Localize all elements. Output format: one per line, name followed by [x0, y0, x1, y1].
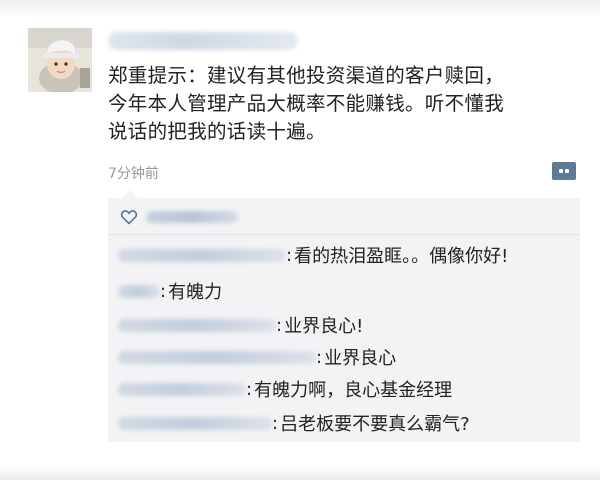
likes-row	[120, 206, 238, 228]
comment-text: 有魄力啊，良心基金经理	[254, 380, 453, 401]
comment-area: : 看的热泪盈眶。。偶像你好! : 有魄力 : 业界良心! : 业界良心 : 有…	[108, 190, 580, 442]
poster-avatar[interactable]	[28, 28, 92, 92]
heart-outline-icon	[120, 210, 138, 225]
previous-post-edge	[0, 0, 600, 18]
comment-text: 有魄力	[168, 282, 223, 303]
comment-separator: :	[160, 280, 167, 302]
comment-separator: :	[286, 244, 293, 266]
commenter-name-redacted[interactable]	[118, 318, 276, 332]
next-post-edge	[0, 466, 600, 480]
comment-item[interactable]: : 业界良心	[118, 344, 396, 370]
poster-name-redacted[interactable]	[108, 32, 298, 50]
divider	[108, 234, 580, 235]
comment-item[interactable]: : 业界良心!	[118, 312, 363, 338]
comment-separator: :	[272, 412, 279, 434]
comment-separator: :	[316, 346, 323, 368]
liker-name-redacted[interactable]	[146, 211, 238, 223]
commenter-name-redacted[interactable]	[118, 248, 286, 262]
commenter-name-redacted[interactable]	[118, 382, 246, 396]
comment-text: 看的热泪盈眶。。偶像你好!	[294, 246, 509, 267]
comment-item[interactable]: : 吕老板要不要真么霸气?	[118, 410, 470, 436]
comment-text: 业界良心!	[284, 316, 364, 337]
comment-separator: :	[276, 314, 283, 336]
comment-dots-icon[interactable]	[552, 162, 576, 180]
post-timestamp: 7分钟前	[108, 166, 159, 182]
post-line: 说话的把我的话读十遍。	[108, 120, 326, 143]
comment-item[interactable]: : 看的热泪盈眶。。偶像你好!	[118, 242, 508, 268]
child-photo-avatar-icon	[28, 28, 92, 92]
comment-item[interactable]: : 有魄力啊，良心基金经理	[118, 376, 452, 402]
commenter-name-redacted[interactable]	[118, 284, 160, 298]
comment-item[interactable]: : 有魄力	[118, 278, 222, 304]
comment-separator: :	[246, 378, 253, 400]
comment-text: 业界良心	[324, 348, 397, 369]
moments-feed: 郑重提示：建议有其他投资渠道的客户赎回， 今年本人管理产品大概率不能赚钱。听不懂…	[0, 0, 600, 480]
post-line: 郑重提示：建议有其他投资渠道的客户赎回，	[108, 64, 505, 87]
post-body: 郑重提示：建议有其他投资渠道的客户赎回， 今年本人管理产品大概率不能赚钱。听不懂…	[108, 62, 578, 146]
commenter-name-redacted[interactable]	[118, 350, 316, 364]
commenter-name-redacted[interactable]	[118, 416, 272, 430]
post-line: 今年本人管理产品大概率不能赚钱。听不懂我	[108, 92, 505, 115]
comment-text: 吕老板要不要真么霸气?	[280, 414, 470, 435]
